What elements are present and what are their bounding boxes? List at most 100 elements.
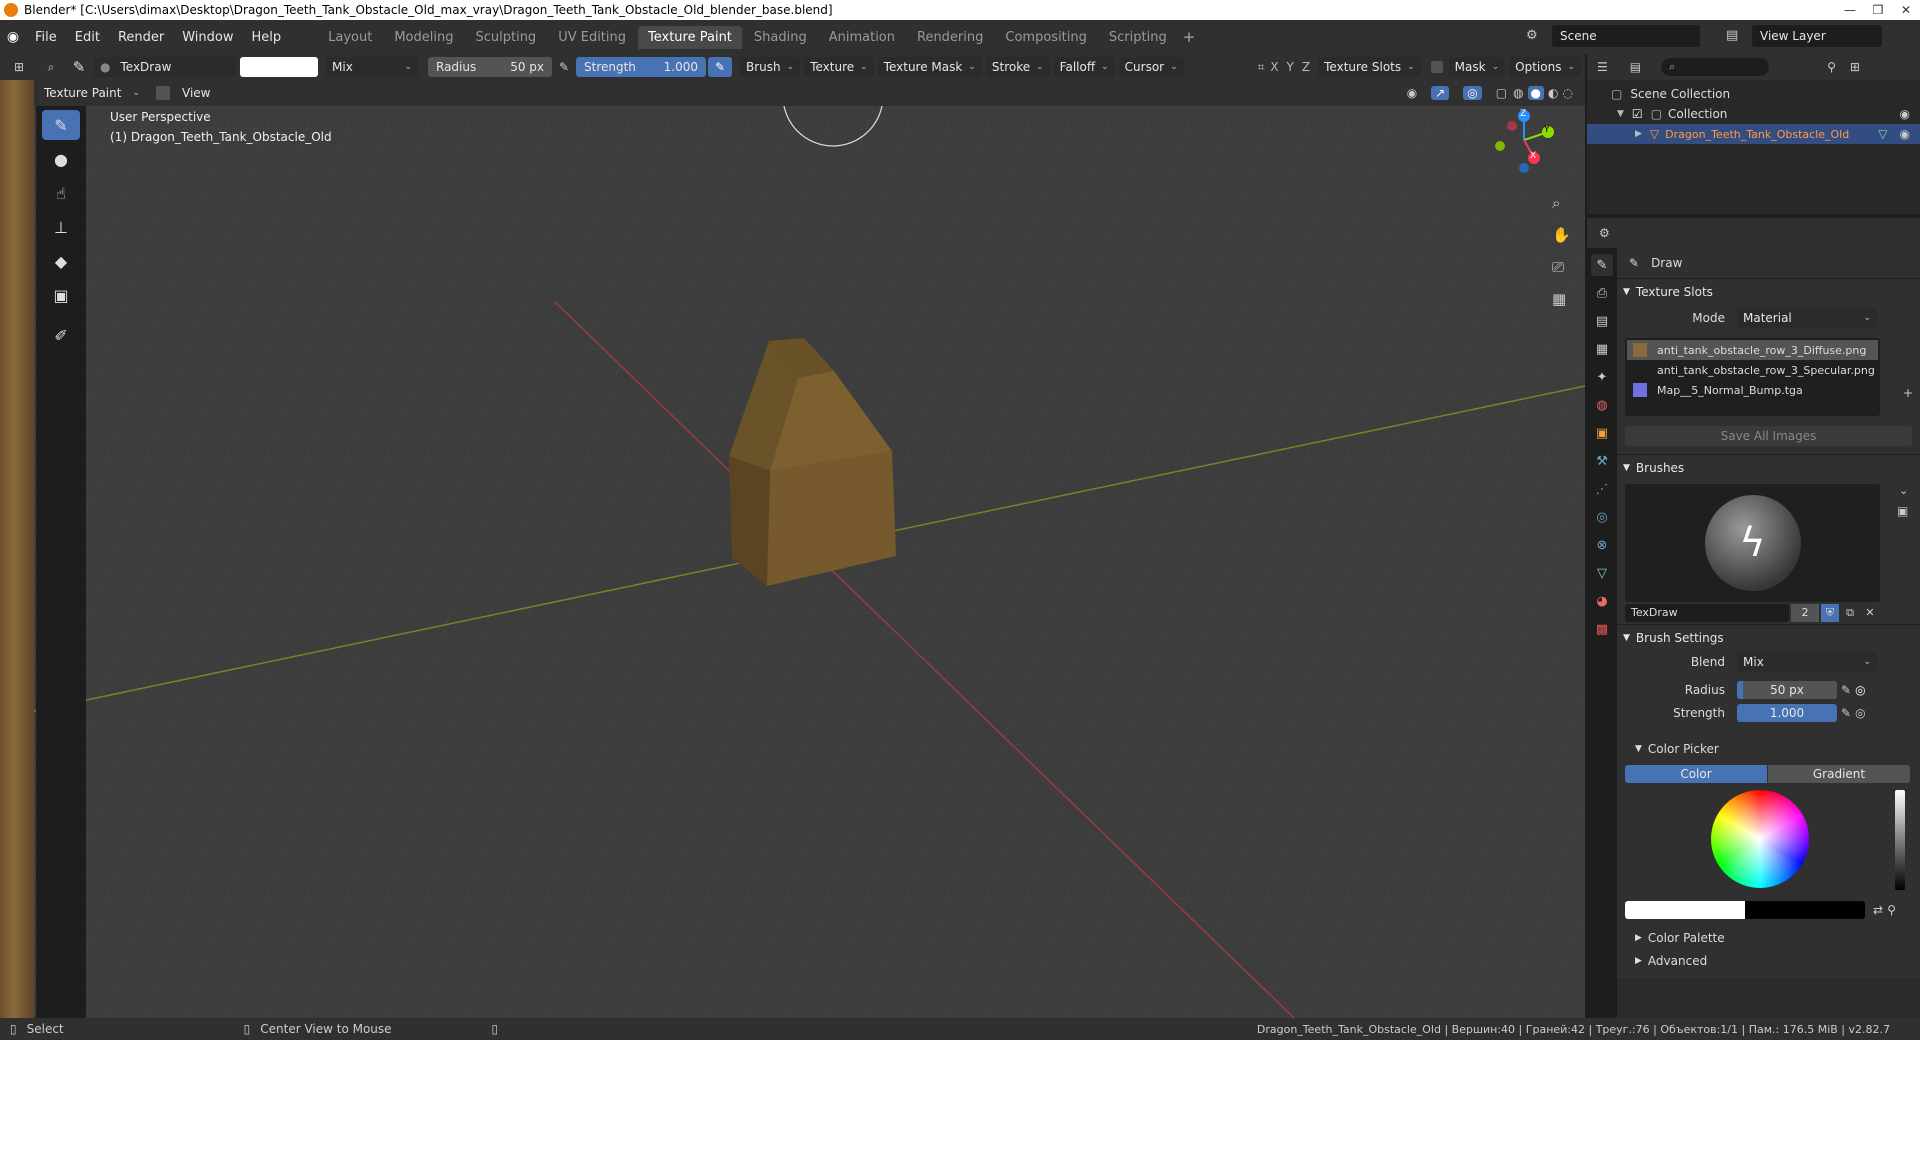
outliner-editor-icon[interactable]: ☰ — [1597, 60, 1608, 74]
rendered-shading-icon[interactable]: ◌ — [1563, 86, 1573, 100]
scene-tab-icon[interactable]: ✦ — [1591, 366, 1613, 388]
texture-menu[interactable]: Texture ⌄ — [804, 57, 874, 77]
brush-users-count[interactable]: 2 — [1791, 604, 1819, 622]
save-all-images-button[interactable]: Save All Images — [1625, 426, 1912, 446]
view-menu[interactable]: View — [182, 86, 210, 100]
radius-pressure-icon[interactable]: ✎ — [552, 60, 576, 74]
material-tab-icon[interactable]: ◕ — [1591, 590, 1613, 612]
render-tab-icon[interactable]: ⎙ — [1591, 282, 1613, 304]
new-collection-icon[interactable]: ⊞ — [1850, 60, 1860, 74]
color-swatch-bar[interactable] — [1625, 901, 1865, 919]
texture-slot-item[interactable]: anti_tank_obstacle_row_3_Diffuse.png — [1627, 340, 1878, 360]
visibility-icon[interactable]: ◉ — [1407, 86, 1417, 100]
tab-animation[interactable]: Animation — [819, 26, 905, 49]
outliner-collection[interactable]: ▼ ☑ ▢ Collection ◉ — [1587, 104, 1920, 124]
world-tab-icon[interactable]: ◍ — [1591, 394, 1613, 416]
output-tab-icon[interactable]: ▤ — [1591, 310, 1613, 332]
display-mode-icon[interactable]: ▤ — [1630, 60, 1641, 74]
collection-checkbox[interactable]: ☑ — [1632, 107, 1643, 121]
texture-slots-menu[interactable]: Texture Slots ⌄ — [1318, 57, 1421, 77]
menu-edit[interactable]: Edit — [66, 30, 109, 45]
blend-dropdown[interactable]: Mix ⌄ — [326, 57, 418, 77]
radius-field[interactable]: Radius 50 px — [428, 57, 552, 77]
blender-menu-icon[interactable]: ◉ — [0, 29, 26, 45]
camera-view-icon[interactable]: ⎚ — [1552, 258, 1564, 276]
color-wheel[interactable] — [1711, 790, 1809, 888]
strength-pressure-icon[interactable]: ✎ — [1841, 706, 1851, 720]
minimize-button[interactable]: — — [1836, 0, 1864, 20]
mirror-z-toggle[interactable]: Z — [1302, 60, 1310, 74]
editor-type-icon[interactable]: ⊞ — [0, 60, 38, 74]
brush-name-field[interactable]: TexDraw — [1625, 604, 1789, 622]
fake-user-icon[interactable]: ⛨ — [1821, 604, 1839, 622]
brush-icon[interactable]: ✎ — [64, 58, 94, 76]
brush-preview[interactable]: ϟ — [1625, 484, 1880, 602]
menu-help[interactable]: Help — [243, 30, 291, 45]
blend-dropdown[interactable]: Mix ⌄ — [1737, 652, 1877, 672]
outliner-scene-collection[interactable]: ▢ Scene Collection — [1587, 84, 1920, 104]
smear-tool-icon[interactable]: ☝ — [42, 178, 80, 208]
mode-selector[interactable]: Texture Paint ⌄ — [38, 83, 146, 103]
object-visibility-icon[interactable]: ◉ — [1900, 127, 1910, 141]
add-slot-icon[interactable]: + — [1903, 386, 1913, 400]
stroke-menu[interactable]: Stroke ⌄ — [985, 57, 1050, 77]
tool-tab-icon[interactable]: ✎ — [1591, 254, 1613, 276]
cursor-menu[interactable]: Cursor ⌄ — [1118, 57, 1184, 77]
radius-slider[interactable]: 50 px — [1737, 681, 1837, 699]
strength-field[interactable]: Strength 1.000 — [576, 57, 706, 77]
modifier-tab-icon[interactable]: ⚒ — [1591, 450, 1613, 472]
ortho-toggle-icon[interactable]: ▦ — [1552, 290, 1566, 308]
brush-settings-panel-header[interactable]: ▼ Brush Settings — [1617, 624, 1920, 650]
navigation-gizmo[interactable]: Z Y X — [1490, 106, 1560, 186]
strength-slider[interactable]: 1.000 — [1737, 704, 1837, 722]
collapse-arrow-icon[interactable]: ▼ — [1617, 109, 1624, 119]
physics-tab-icon[interactable]: ◎ — [1591, 506, 1613, 528]
brush-menu-chevron-icon[interactable]: ⌄ — [1899, 484, 1908, 497]
eyedropper-icon[interactable]: ⚲ — [1887, 903, 1896, 917]
tab-compositing[interactable]: Compositing — [995, 26, 1097, 49]
scene-icon[interactable]: ⚙ — [1526, 28, 1538, 43]
paint-mask-toggle[interactable] — [156, 86, 170, 100]
color-swatch[interactable] — [240, 57, 318, 77]
brush-selector[interactable]: ● TexDraw — [94, 57, 236, 77]
radius-pressure-icon[interactable]: ✎ — [1841, 683, 1851, 697]
zoom-icon[interactable]: ⌕ — [1552, 194, 1560, 212]
tab-rendering[interactable]: Rendering — [907, 26, 993, 49]
unlink-brush-icon[interactable]: ✕ — [1861, 604, 1879, 622]
view-layer-icon[interactable]: ▤ — [1726, 28, 1738, 43]
maximize-button[interactable]: ❐ — [1864, 0, 1892, 20]
properties-editor-icon[interactable]: ⚙ — [1599, 226, 1610, 240]
mask-tool-icon[interactable]: ▣ — [42, 280, 80, 310]
options-menu[interactable]: Options ⌄ — [1509, 57, 1581, 77]
tab-modeling[interactable]: Modeling — [384, 26, 463, 49]
mode-dropdown[interactable]: Material ⌄ — [1737, 308, 1877, 328]
particles-tab-icon[interactable]: ⋰ — [1591, 478, 1613, 500]
brushes-panel-header[interactable]: ▼ Brushes — [1617, 454, 1920, 480]
gradient-tab[interactable]: Gradient — [1768, 765, 1910, 783]
color-tab[interactable]: Color — [1625, 765, 1767, 783]
texture-tab-icon[interactable]: ▩ — [1591, 618, 1613, 640]
value-slider[interactable] — [1895, 790, 1905, 890]
wireframe-shading-icon[interactable]: ◍ — [1513, 86, 1523, 100]
filter-icon[interactable]: ⚲ — [1827, 60, 1836, 74]
collection-visibility-icon[interactable]: ◉ — [1900, 107, 1910, 121]
mirror-y-toggle[interactable]: Y — [1287, 60, 1294, 74]
texture-slot-item[interactable]: Map__5_Normal_Bump.tga — [1627, 380, 1878, 400]
tab-scripting[interactable]: Scripting — [1099, 26, 1177, 49]
xray-icon[interactable]: ▢ — [1496, 86, 1507, 100]
menu-render[interactable]: Render — [109, 30, 173, 45]
menu-window[interactable]: Window — [173, 30, 242, 45]
soften-tool-icon[interactable]: ● — [42, 144, 80, 174]
swap-colors-icon[interactable]: ⇄ — [1873, 903, 1883, 917]
mask-menu[interactable]: Mask ⌄ — [1448, 57, 1506, 77]
fill-tool-icon[interactable]: ◆ — [42, 246, 80, 276]
brush-image-icon[interactable]: ▣ — [1897, 504, 1908, 518]
menu-file[interactable]: File — [26, 30, 66, 45]
view-layer-selector[interactable]: View Layer — [1752, 25, 1882, 47]
outliner-object-row[interactable]: ▶ ▽ Dragon_Teeth_Tank_Obstacle_Old ▽ ◉ — [1587, 124, 1920, 144]
mask-checkbox[interactable] — [1430, 61, 1443, 73]
solid-shading-icon[interactable]: ● — [1527, 86, 1545, 100]
mirror-x-toggle[interactable]: X — [1270, 60, 1278, 74]
tab-texture-paint[interactable]: Texture Paint — [638, 25, 742, 49]
color-picker-subpanel-header[interactable]: ▼ Color Picker — [1617, 734, 1920, 764]
